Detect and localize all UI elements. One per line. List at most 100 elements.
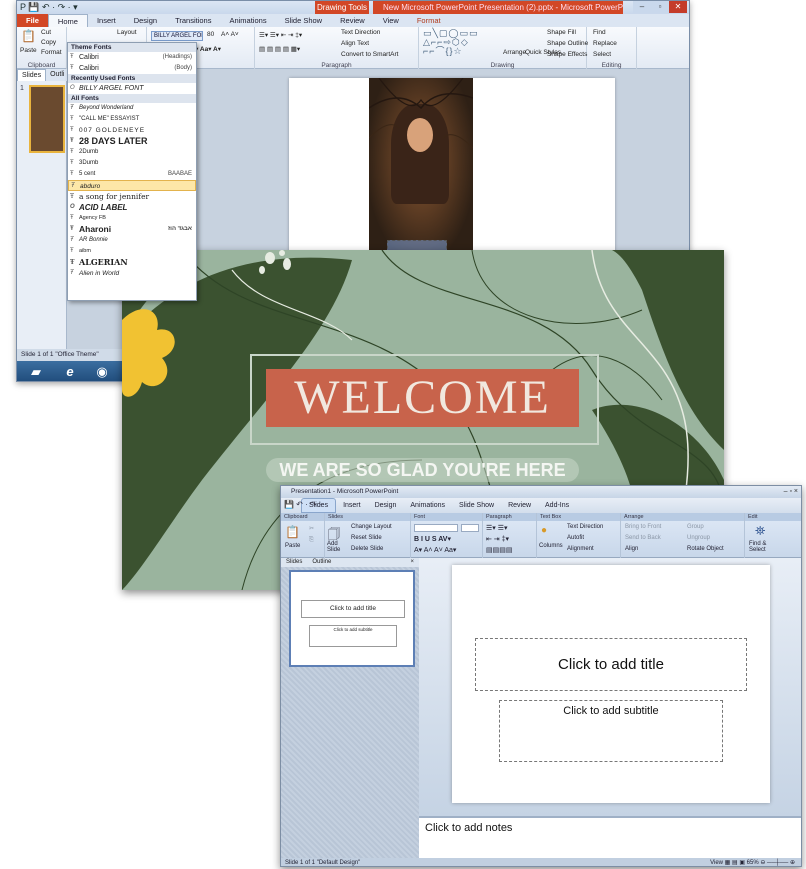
font-option[interactable]: Ŧa song for jennifer: [68, 191, 196, 202]
tab-animations[interactable]: Animations: [220, 14, 275, 27]
select-button[interactable]: Select: [593, 51, 611, 58]
font-option[interactable]: O ACID LABEL: [68, 202, 196, 213]
paste-icon[interactable]: 📋: [285, 525, 300, 539]
font-option[interactable]: Ŧ "CALL ME" ESSAYIST: [68, 114, 196, 125]
window-buttons[interactable]: – ▫ ×: [784, 486, 798, 498]
paste-icon[interactable]: 📋: [21, 29, 36, 43]
quick-access-toolbar[interactable]: P 💾 ↶ · ↷ · ▾: [20, 2, 78, 13]
font-option[interactable]: Ŧaibm: [68, 246, 196, 257]
font-option[interactable]: Ŧ 28 DAYS LATER: [68, 136, 196, 147]
font-style-icons[interactable]: B I U S AV▾: [414, 535, 451, 543]
delete-slide-button[interactable]: Delete Slide: [351, 546, 383, 552]
title-placeholder[interactable]: Click to add title: [475, 638, 747, 691]
tab-format[interactable]: Format: [408, 14, 450, 27]
paste-button[interactable]: Paste: [285, 543, 300, 549]
cut-icon[interactable]: ✂: [309, 525, 314, 532]
align-icons[interactable]: ▤▤▤▤: [486, 546, 512, 554]
find-select-button[interactable]: Find & Select: [749, 541, 779, 553]
font-option[interactable]: Ŧ Agency FB: [68, 213, 196, 224]
tab-insert[interactable]: Insert: [88, 14, 125, 27]
cut-button[interactable]: Cut: [41, 29, 51, 36]
minimize-icon[interactable]: –: [633, 1, 651, 13]
restore-icon[interactable]: ▫: [651, 1, 669, 13]
layout-button[interactable]: Layout: [117, 29, 137, 36]
tab-view[interactable]: View: [374, 14, 408, 27]
copy-button[interactable]: Copy: [41, 39, 56, 46]
view-zoom-controls[interactable]: View ▦ ▤ ▣ 65% ⊖ ──┼── ⊕: [710, 858, 795, 866]
internet-explorer-icon[interactable]: e: [59, 364, 81, 380]
font-option[interactable]: Ŧ 3Dumb: [68, 158, 196, 169]
shape-fill-button[interactable]: Shape Fill: [547, 29, 576, 36]
slide[interactable]: Click to add title Click to add subtitle: [452, 565, 770, 803]
format-painter-button[interactable]: Format: [41, 49, 62, 56]
tab-review[interactable]: Review: [501, 498, 538, 513]
bullets-icon[interactable]: ☰▾ ☰▾ ⇤ ⇥ ‡▾: [259, 31, 302, 39]
paste-button[interactable]: Paste: [20, 47, 37, 54]
align-icons[interactable]: ▤ ▤ ▤ ▤ ▦▾: [259, 45, 300, 53]
font-option[interactable]: Ŧ Alien in World: [68, 268, 196, 279]
notes-pane[interactable]: Click to add notes: [419, 816, 801, 858]
alignment-button[interactable]: Alignment: [567, 546, 594, 552]
find-button[interactable]: Find: [593, 29, 606, 36]
bring-to-front-button[interactable]: Bring to Front: [625, 524, 661, 530]
replace-button[interactable]: Replace: [593, 40, 617, 47]
tab-animations[interactable]: Animations: [403, 498, 452, 513]
send-to-back-button[interactable]: Send to Back: [625, 535, 661, 541]
autofit-button[interactable]: Autofit: [567, 535, 584, 541]
tab-design[interactable]: Design: [125, 14, 166, 27]
columns-button[interactable]: Columns: [539, 543, 563, 549]
text-direction-button[interactable]: Text Direction: [341, 29, 380, 36]
quick-access-toolbar[interactable]: 💾 ↶ · ↷ ·: [284, 500, 322, 509]
chrome-icon[interactable]: ◉: [91, 364, 113, 380]
font-option[interactable]: Ŧ 007 GOLDENEYE: [68, 125, 196, 136]
align-button[interactable]: Align: [625, 546, 638, 552]
tab-home[interactable]: Home: [47, 14, 88, 27]
font-option[interactable]: Ŧ Calibri (Body): [68, 63, 196, 74]
font-name-field[interactable]: [414, 524, 458, 532]
reset-slide-button[interactable]: Reset Slide: [351, 535, 382, 541]
tab-insert[interactable]: Insert: [336, 498, 368, 513]
folder-icon[interactable]: ▰: [25, 364, 47, 380]
columns-icon[interactable]: ●: [541, 525, 547, 536]
font-size-box[interactable]: 80: [207, 31, 214, 38]
tab-slides[interactable]: Slides: [17, 69, 47, 81]
tab-design[interactable]: Design: [368, 498, 404, 513]
tab-file[interactable]: File: [17, 14, 48, 27]
align-text-button[interactable]: Align Text: [341, 40, 369, 47]
change-layout-button[interactable]: Change Layout: [351, 524, 392, 530]
bullets-icon[interactable]: ☰▾ ☰▾: [486, 524, 508, 532]
font-color-icons[interactable]: A▾ A˄ A˅ Aa▾: [414, 546, 456, 554]
arrange-button[interactable]: Arrange: [503, 49, 526, 56]
grow-font-icon[interactable]: A˄ A˅: [221, 31, 239, 38]
ungroup-button[interactable]: Ungroup: [687, 535, 710, 541]
tab-add-ins[interactable]: Add-Ins: [538, 498, 576, 513]
tab-transitions[interactable]: Transitions: [166, 14, 220, 27]
shape-effects-button[interactable]: Shape Effects: [547, 51, 587, 58]
tab-slide-show[interactable]: Slide Show: [276, 14, 332, 27]
font-option[interactable]: Ŧ Beyond Wonderland: [68, 103, 196, 114]
add-slide-button[interactable]: Add Slide: [327, 541, 349, 553]
close-icon[interactable]: ✕: [669, 1, 687, 13]
copy-icon[interactable]: ⎘: [309, 537, 314, 544]
font-option[interactable]: O BILLY ARGEL FONT: [68, 83, 196, 94]
binoculars-icon[interactable]: ⛯: [755, 523, 765, 539]
slide-thumbnail[interactable]: [29, 85, 65, 153]
group-button[interactable]: Group: [687, 524, 704, 530]
tab-outline[interactable]: Outli: [46, 69, 68, 81]
font-option[interactable]: Ŧ Calibri (Headings): [68, 52, 196, 63]
tab-slide-show[interactable]: Slide Show: [452, 498, 501, 513]
slide-thumbnail[interactable]: Click to add title Click to add subtitle: [289, 570, 415, 667]
close-pane-icon[interactable]: ×: [405, 558, 419, 567]
indent-icons[interactable]: ⇤ ⇥ ‡▾: [486, 535, 509, 543]
font-dropdown[interactable]: Theme Fonts Ŧ Calibri (Headings) Ŧ Calibri(…: [67, 42, 197, 301]
text-direction-button[interactable]: Text Direction: [567, 524, 603, 530]
font-option[interactable]: Ŧ ALGERIAN: [68, 257, 196, 268]
rotate-object-button[interactable]: Rotate Object: [687, 546, 724, 552]
tab-outline-pane[interactable]: Outline: [307, 558, 336, 567]
portrait-photo[interactable]: [369, 78, 473, 258]
tab-slides-pane[interactable]: Slides: [281, 558, 307, 567]
font-option-highlighted[interactable]: Ŧabduro: [68, 180, 196, 191]
subtitle-placeholder[interactable]: Click to add subtitle: [499, 700, 723, 762]
tab-review[interactable]: Review: [331, 14, 374, 27]
font-option[interactable]: Ŧ5 cent BAABAE: [68, 169, 196, 180]
